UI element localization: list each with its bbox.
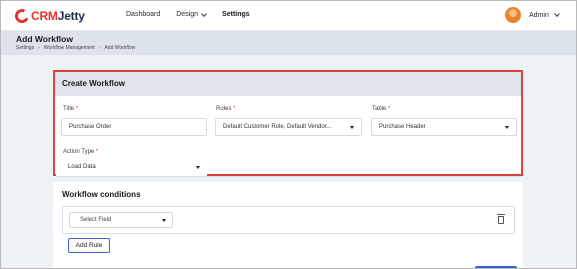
- breadcrumb-settings[interactable]: Settings: [16, 45, 34, 51]
- caret-down-icon: [350, 126, 354, 129]
- card-header: Create Workflow: [55, 72, 521, 96]
- roles-select-value: Default Customer Role, Default Vendor...: [223, 124, 332, 130]
- action-type-label: Action Type *: [63, 149, 99, 155]
- user-name: Admin: [529, 11, 549, 19]
- nav-dashboard[interactable]: Dashboard: [126, 11, 160, 18]
- nav-design[interactable]: Design: [176, 10, 207, 18]
- create-workflow-card: Create Workflow Title * Purchase Order R…: [53, 70, 523, 177]
- logo-mark-icon: [13, 7, 31, 25]
- conditions-title: Workflow conditions: [62, 190, 141, 199]
- divider: [207, 176, 521, 177]
- page-title: Add Workflow: [16, 34, 73, 44]
- avatar: [505, 7, 521, 23]
- nav-settings-label: Settings: [222, 11, 250, 18]
- user-menu[interactable]: Admin: [505, 7, 560, 23]
- breadcrumb-workflow-management[interactable]: Workflow Management: [44, 45, 95, 51]
- main-nav: Dashboard Design Settings: [126, 10, 266, 18]
- nav-design-label: Design: [176, 11, 199, 18]
- top-navbar: CRMJetty Dashboard Design Settings Admin: [1, 1, 576, 31]
- caret-down-icon: [196, 166, 200, 169]
- app-window: CRMJetty Dashboard Design Settings Admin…: [0, 0, 577, 269]
- card-title: Create Workflow: [62, 79, 125, 88]
- add-rule-button[interactable]: Add Rule: [68, 238, 110, 253]
- title-label: Title *: [63, 106, 79, 112]
- breadcrumb-separator-icon: ›: [98, 45, 101, 51]
- select-field-dropdown[interactable]: Select Field: [69, 212, 173, 228]
- roles-label: Roles *: [216, 106, 236, 112]
- table-label: Table *: [372, 106, 391, 112]
- nav-settings[interactable]: Settings: [222, 11, 250, 18]
- table-select[interactable]: Purchase Header: [371, 118, 517, 136]
- trash-icon[interactable]: [497, 214, 505, 224]
- caret-down-icon: [505, 126, 509, 129]
- chevron-down-icon: [201, 10, 207, 17]
- page-header: Add Workflow Settings › Workflow Managem…: [1, 31, 576, 55]
- action-type-value: Load Data: [68, 164, 96, 170]
- action-type-select[interactable]: Load Data: [56, 159, 207, 177]
- brand-logo[interactable]: CRMJetty: [13, 7, 85, 25]
- workflow-conditions-card: Workflow conditions Select Field Add Rul…: [53, 182, 523, 268]
- condition-row: Select Field: [62, 206, 515, 234]
- table-select-value: Purchase Header: [379, 124, 426, 130]
- breadcrumb-separator-icon: ›: [38, 45, 40, 51]
- select-field-placeholder: Select Field: [80, 217, 112, 223]
- roles-select[interactable]: Default Customer Role, Default Vendor...: [215, 118, 362, 136]
- breadcrumb: Settings › Workflow Management › Add Wor…: [16, 45, 135, 51]
- nav-dashboard-label: Dashboard: [126, 11, 161, 18]
- title-input[interactable]: Purchase Order: [61, 118, 207, 136]
- caret-down-icon: [162, 219, 166, 222]
- breadcrumb-add-workflow: Add Workflow: [104, 45, 136, 51]
- brand-name: CRMJetty: [31, 9, 85, 23]
- chevron-down-icon: [554, 11, 560, 17]
